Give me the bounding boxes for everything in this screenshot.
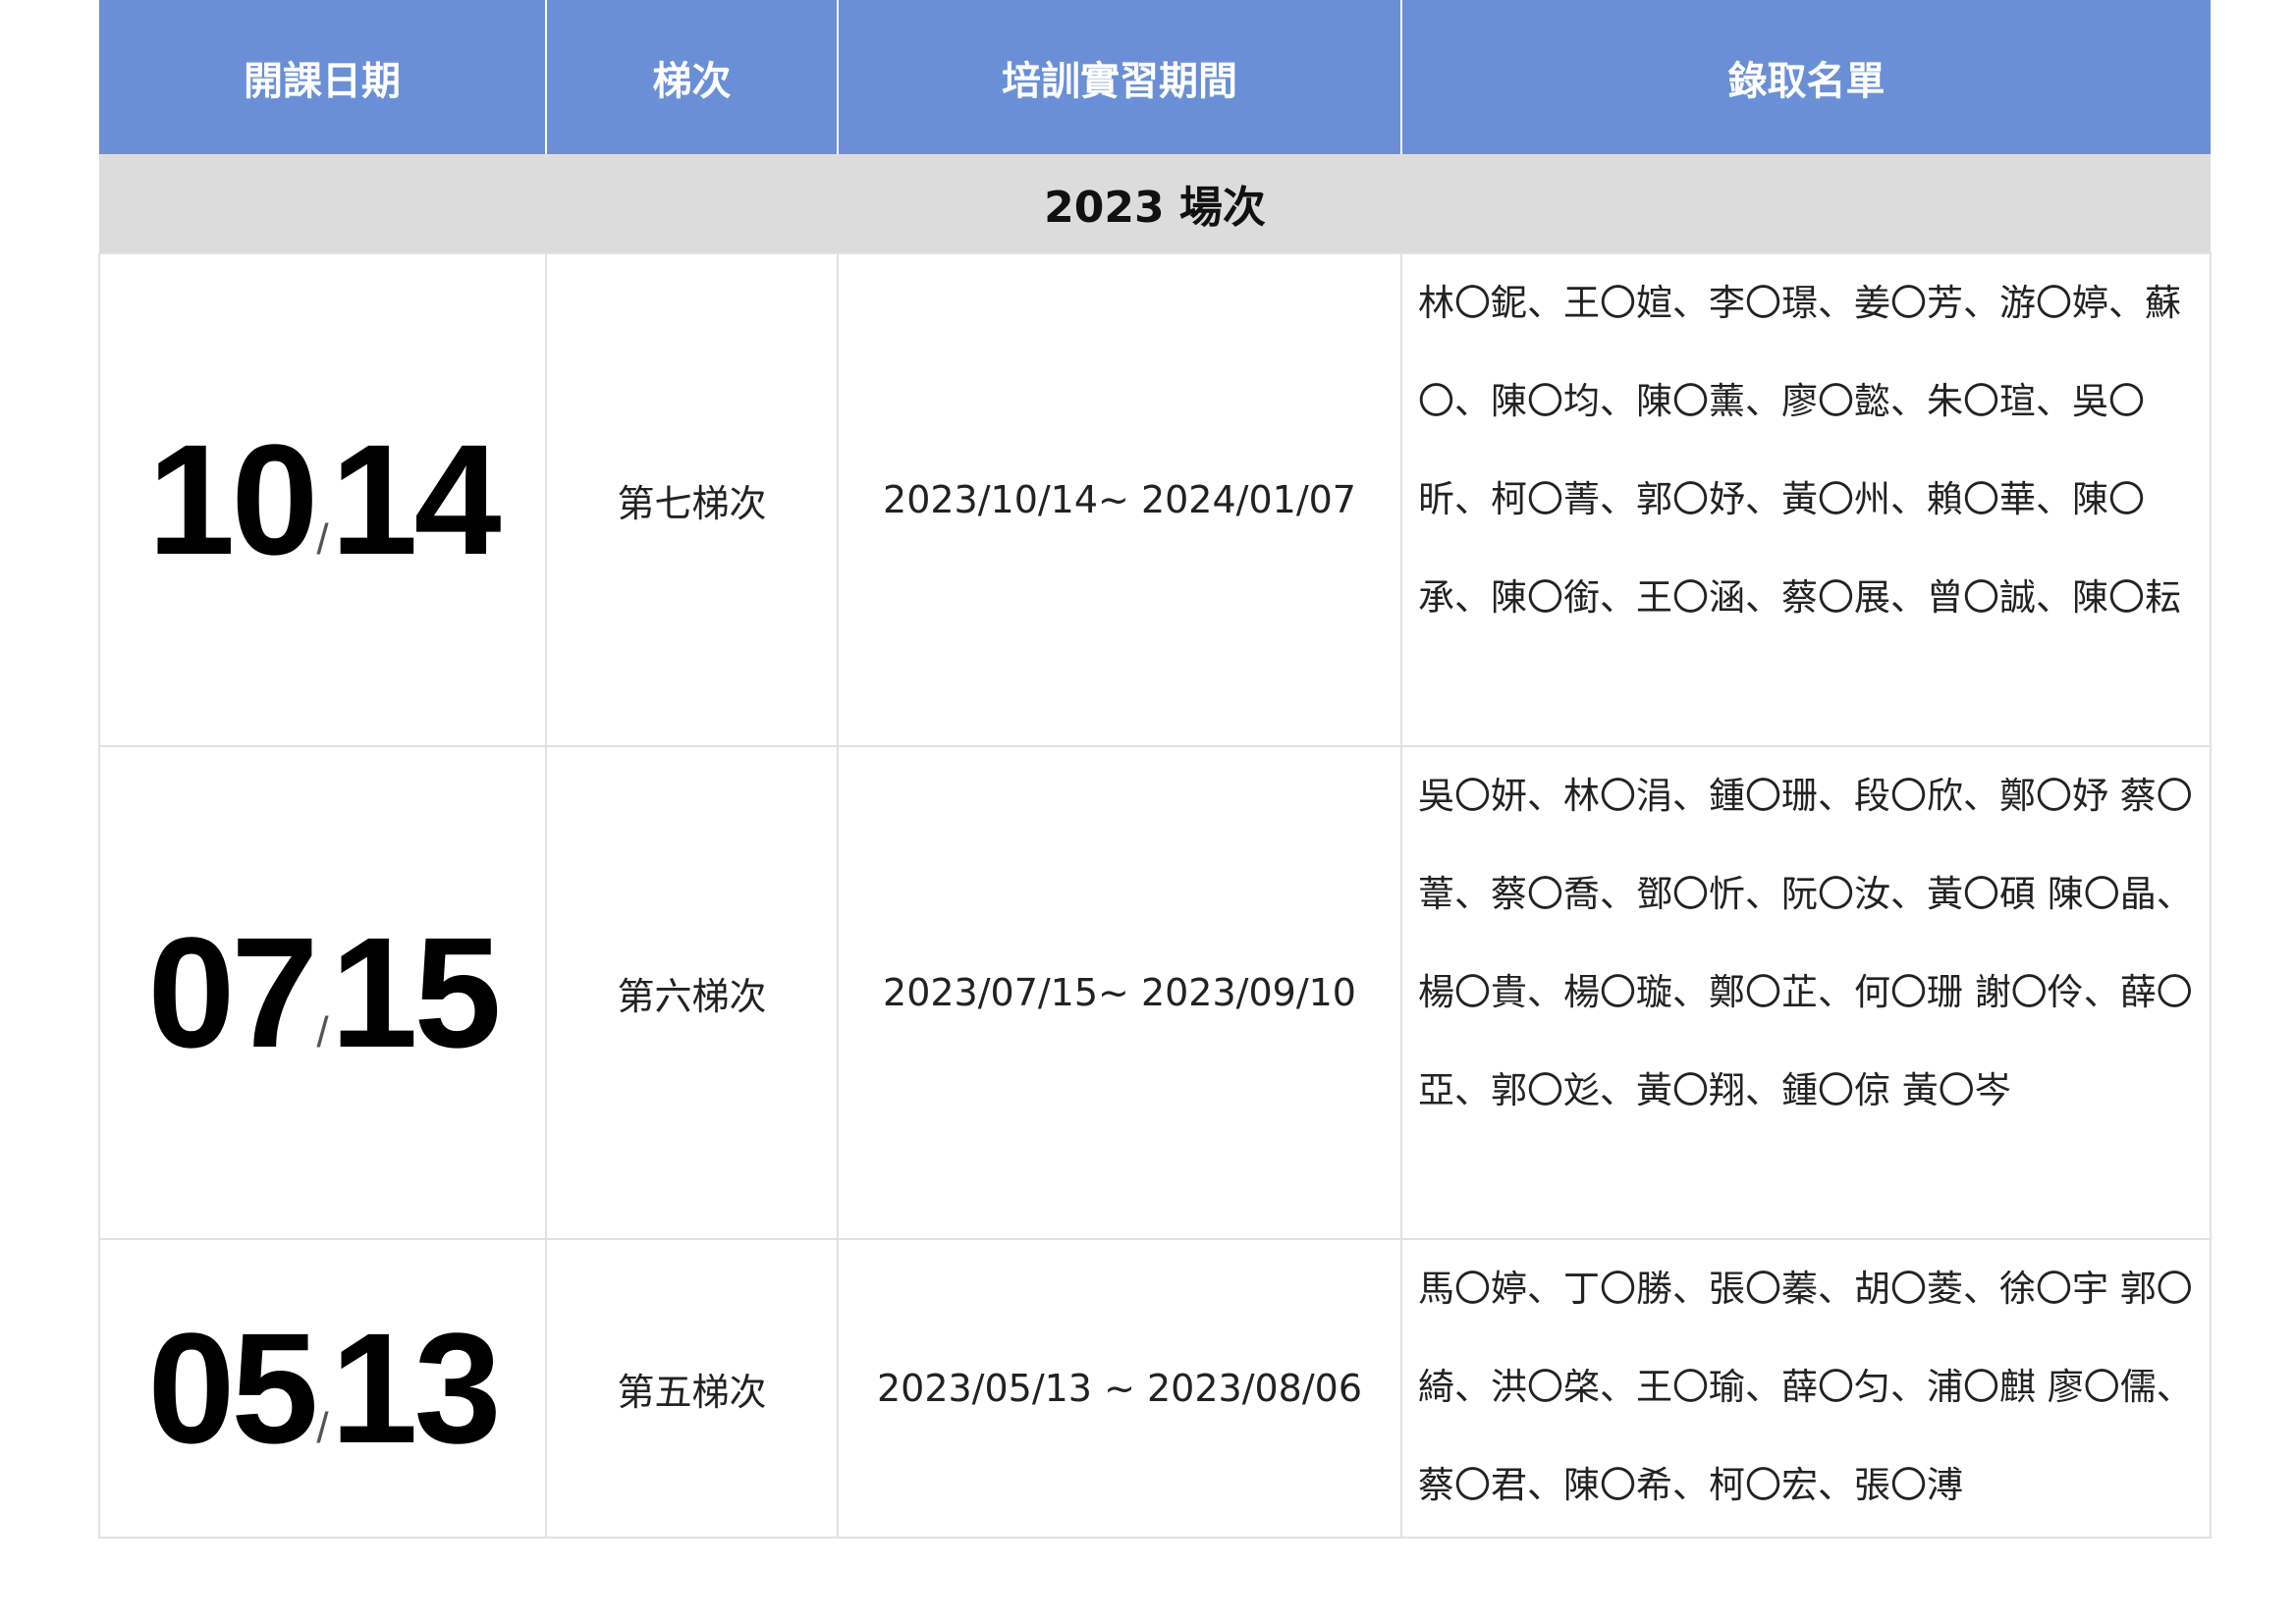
batch-cell: 第六梯次 — [545, 745, 839, 1240]
start-day: 15 — [330, 904, 502, 1080]
start-month: 07 — [147, 904, 318, 1080]
section-title: 2023 場次 — [99, 154, 2211, 253]
period-cell: 2023/07/15~ 2023/09/10 — [837, 745, 1402, 1240]
start-day: 13 — [330, 1300, 502, 1476]
header-admission-list: 錄取名單 — [1401, 0, 2211, 154]
header-batch: 梯次 — [546, 0, 839, 154]
start-date-cell: 05/13 — [98, 1238, 547, 1539]
names-cell: 林〇鈮、王〇媗、李〇璟、姜〇芳、游〇婷、蘇〇、陳〇均、陳〇薰、廖〇懿、朱〇瑄、吳… — [1400, 252, 2212, 747]
names-cell: 馬〇婷、丁〇勝、張〇蓁、胡〇菱、徐〇宇 郭〇綺、洪〇棨、王〇瑜、薛〇匀、浦〇麒 … — [1400, 1238, 2212, 1539]
start-day: 14 — [330, 411, 502, 587]
table-row: 10/14 第七梯次 2023/10/14~ 2024/01/07 林〇鈮、王〇… — [98, 252, 2212, 747]
section-row: 2023 場次 — [99, 154, 2211, 253]
start-date: 05/13 — [147, 1300, 502, 1476]
table-header-row: 開課日期 梯次 培訓實習期間 錄取名單 — [99, 0, 2211, 154]
admission-table: 開課日期 梯次 培訓實習期間 錄取名單 2023 場次 10/14 第七梯次 2… — [98, 0, 2212, 1539]
header-start-date: 開課日期 — [99, 0, 547, 154]
start-month: 05 — [147, 1300, 318, 1476]
date-slash: / — [316, 1008, 329, 1056]
table-row: 05/13 第五梯次 2023/05/13 ~ 2023/08/06 馬〇婷、丁… — [98, 1238, 2212, 1539]
start-month: 10 — [147, 411, 318, 587]
header-training-period: 培訓實習期間 — [838, 0, 1402, 154]
period-cell: 2023/10/14~ 2024/01/07 — [837, 252, 1402, 747]
date-slash: / — [316, 515, 329, 564]
admission-table-container: 開課日期 梯次 培訓實習期間 錄取名單 2023 場次 10/14 第七梯次 2… — [98, 0, 2212, 1539]
start-date: 10/14 — [147, 411, 502, 587]
batch-cell: 第七梯次 — [545, 252, 839, 747]
start-date-cell: 10/14 — [98, 252, 547, 747]
period-cell: 2023/05/13 ~ 2023/08/06 — [837, 1238, 1402, 1539]
table-row: 07/15 第六梯次 2023/07/15~ 2023/09/10 吳〇妍、林〇… — [98, 745, 2212, 1240]
names-cell: 吳〇妍、林〇涓、鍾〇珊、段〇欣、鄭〇妤 蔡〇葦、蔡〇喬、鄧〇忻、阮〇汝、黃〇碩 … — [1400, 745, 2212, 1240]
start-date-cell: 07/15 — [98, 745, 547, 1240]
batch-cell: 第五梯次 — [545, 1238, 839, 1539]
date-slash: / — [316, 1404, 329, 1452]
start-date: 07/15 — [147, 904, 502, 1080]
